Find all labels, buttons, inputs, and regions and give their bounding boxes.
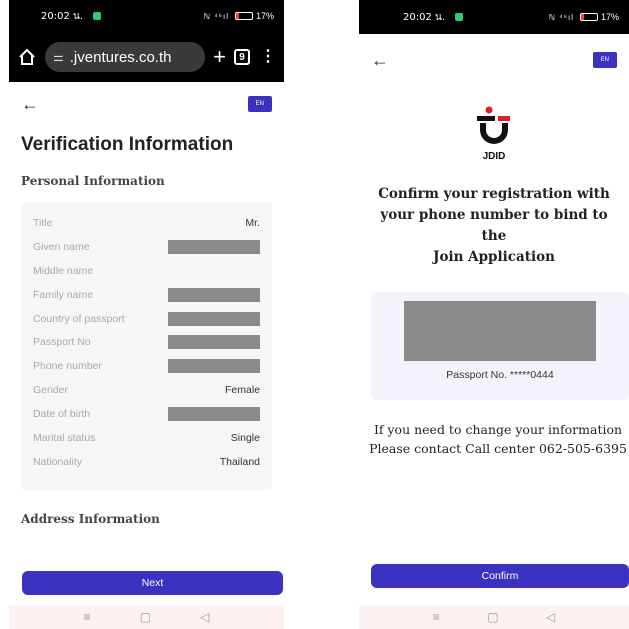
confirm-line-3: Join Application: [433, 249, 555, 265]
info-row-gender: Gender Female: [33, 378, 260, 402]
status-bar: 20:02 น. ℕ ⁴⁶ıl 17%: [9, 0, 284, 32]
info-row-phone: Phone number: [33, 354, 260, 378]
row-label: Gender: [33, 384, 69, 397]
info-row-middle-name: Middle name: [33, 259, 260, 283]
redacted-value: [168, 311, 260, 326]
home-icon[interactable]: [17, 47, 37, 67]
language-button[interactable]: EN: [247, 96, 272, 112]
redacted-value: [168, 335, 260, 350]
confirm-screen: 20:02 น. ℕ ⁴⁶ıl 17% ← EN JDID Confirm yo…: [359, 0, 629, 629]
confirm-heading: Confirm your registration with your phon…: [373, 184, 615, 268]
battery-icon: [234, 12, 253, 20]
home-nav-icon[interactable]: ▢: [487, 610, 498, 624]
row-label: Middle name: [33, 264, 94, 277]
status-time: 20:02 น.: [403, 11, 446, 23]
row-label: Marital status: [33, 431, 96, 444]
top-nav: ← EN: [9, 82, 284, 126]
redacted-value: [168, 239, 260, 254]
back-nav-icon[interactable]: ◁: [546, 610, 555, 624]
recents-icon[interactable]: ≡: [84, 610, 91, 624]
notification-icon: [93, 12, 102, 20]
back-arrow-icon[interactable]: ←: [371, 51, 389, 69]
jdid-logo-icon: [477, 106, 510, 144]
row-value: Female: [224, 384, 260, 397]
logo-text: JDID: [482, 151, 506, 162]
url-bar[interactable]: ⚌ .jventures.co.th: [45, 42, 206, 72]
row-label: Title: [33, 216, 53, 229]
language-button[interactable]: EN: [592, 52, 617, 68]
top-nav: ← EN: [359, 34, 629, 86]
help-line-1: If you need to change your information: [373, 422, 623, 437]
personal-info-card: Title Mr. Given name Middle name Family …: [21, 202, 272, 490]
row-label: Country of passport: [33, 312, 125, 325]
recents-icon[interactable]: ≡: [433, 610, 440, 624]
passport-number: Passport No. *****0444: [446, 369, 554, 381]
row-value: Mr.: [245, 216, 260, 229]
browser-menu-icon[interactable]: ⋮: [260, 49, 276, 65]
system-nav-bar: ≡ ▢ ◁: [359, 605, 629, 629]
notification-icon: [455, 13, 464, 21]
site-settings-icon[interactable]: ⚌: [53, 50, 64, 64]
status-bar: 20:02 น. ℕ ⁴⁶ıl 17%: [359, 0, 629, 34]
row-label: Passport No: [33, 336, 91, 349]
redacted-photo: [404, 301, 596, 361]
section-title-personal: Personal Information: [21, 174, 165, 188]
home-nav-icon[interactable]: ▢: [140, 610, 151, 624]
confirm-line-2: your phone number to bind to the: [380, 207, 608, 244]
info-row-marital: Marital status Single: [33, 426, 260, 450]
row-label: Nationality: [33, 455, 83, 468]
back-arrow-icon[interactable]: ←: [21, 95, 39, 113]
info-row-passport-no: Passport No: [33, 330, 260, 354]
next-button[interactable]: Next: [22, 571, 283, 595]
battery-percent: 17%: [600, 12, 619, 22]
battery-percent: 17%: [255, 11, 274, 21]
system-nav-bar: ≡ ▢ ◁: [9, 605, 284, 629]
confirm-line-1: Confirm your registration with: [378, 186, 610, 202]
back-nav-icon[interactable]: ◁: [200, 610, 209, 624]
section-title-address: Address Information: [21, 512, 160, 526]
row-value: Single: [230, 431, 260, 444]
passport-card: Passport No. *****0444: [371, 292, 629, 400]
row-label: Family name: [33, 288, 94, 301]
signal-icon: ℕ ⁴⁶ıl: [548, 12, 574, 22]
url-text: .jventures.co.th: [69, 48, 172, 66]
page-title: Verification Information: [21, 134, 234, 155]
info-row-given-name: Given name: [33, 235, 260, 259]
row-value: Thailand: [219, 455, 260, 468]
verification-screen: 20:02 น. ℕ ⁴⁶ıl 17% ⚌ .jventures.co.th +…: [9, 0, 284, 629]
info-row-country: Country of passport: [33, 307, 260, 331]
browser-toolbar: ⚌ .jventures.co.th + 9 ⋮: [9, 32, 284, 82]
row-label: Phone number: [33, 360, 102, 373]
info-row-nationality: Nationality Thailand: [33, 450, 260, 474]
redacted-value: [168, 359, 260, 374]
status-time: 20:02 น.: [41, 10, 84, 22]
help-line-2: Please contact Call center 062-505-6395: [369, 441, 627, 456]
row-label: Given name: [33, 240, 90, 253]
info-row-family-name: Family name: [33, 283, 260, 307]
info-row-dob: Date of birth: [33, 402, 260, 426]
jdid-logo: JDID: [359, 106, 629, 162]
info-row-title: Title Mr.: [33, 211, 260, 235]
redacted-value: [168, 287, 260, 302]
help-text: If you need to change your information P…: [359, 420, 629, 458]
row-label: Date of birth: [33, 408, 91, 421]
redacted-value: [168, 407, 260, 422]
battery-icon: [579, 13, 598, 21]
signal-icon: ℕ ⁴⁶ıl: [203, 11, 229, 21]
tab-switcher-button[interactable]: 9: [234, 49, 250, 65]
confirm-button[interactable]: Confirm: [371, 564, 629, 588]
new-tab-button[interactable]: +: [213, 46, 226, 68]
